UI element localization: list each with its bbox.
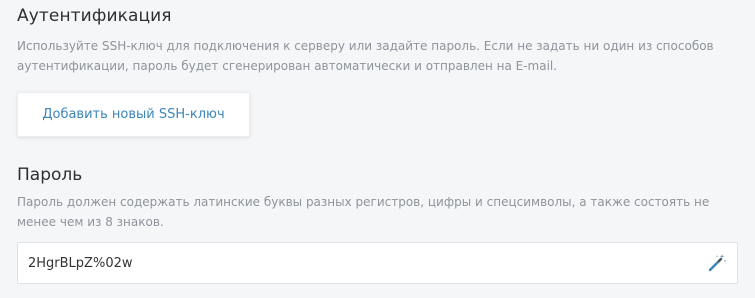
page: Аутентификация Используйте SSH-ключ для … bbox=[0, 0, 755, 298]
auth-section-title: Аутентификация bbox=[17, 6, 172, 26]
add-ssh-key-button[interactable]: Добавить новый SSH-ключ bbox=[17, 92, 250, 137]
auth-section-description: Используйте SSH-ключ для подключения к с… bbox=[17, 39, 714, 73]
password-section-title: Пароль bbox=[17, 165, 83, 185]
password-field bbox=[17, 242, 738, 284]
magic-wand-icon[interactable] bbox=[707, 253, 727, 273]
password-section-description: Пароль должен содержать латинские буквы … bbox=[17, 195, 710, 229]
password-input[interactable] bbox=[28, 243, 698, 283]
